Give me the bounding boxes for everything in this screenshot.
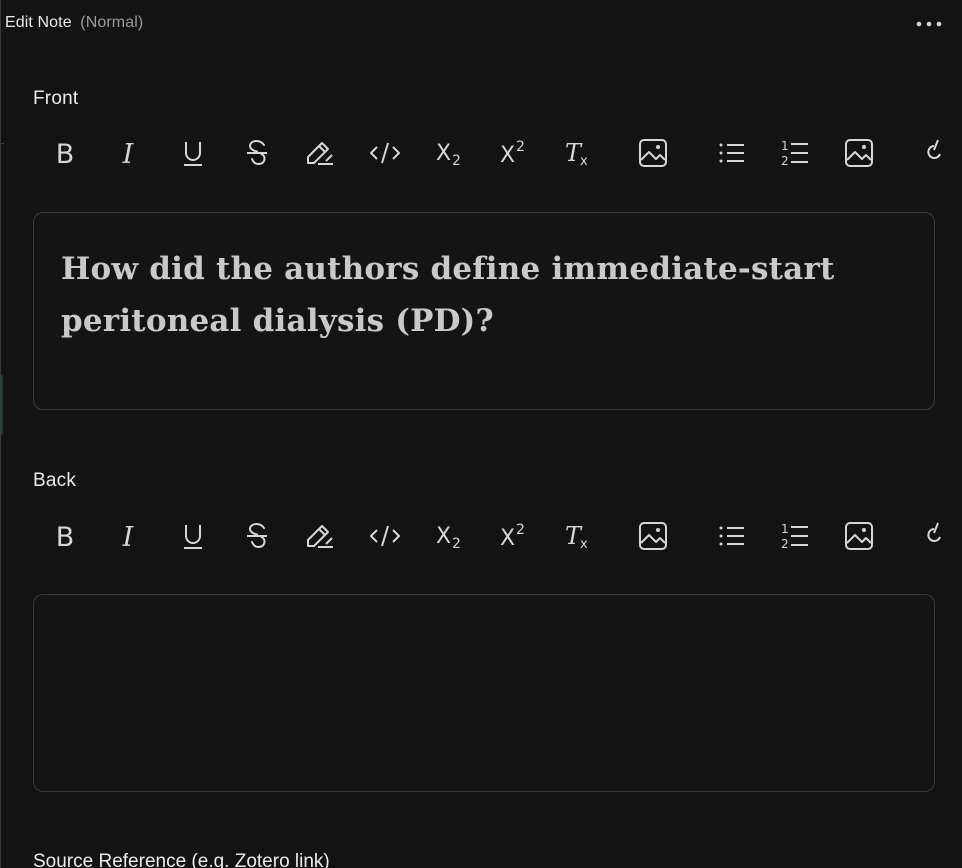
strikethrough-icon	[247, 139, 267, 166]
numbered-list-mark-2: 2	[781, 537, 789, 550]
insert-media-button[interactable]	[839, 514, 879, 558]
bold-button[interactable]: B	[45, 514, 85, 558]
clear-format-icon: T x	[565, 139, 588, 168]
superscript-button[interactable]: X 2	[494, 131, 534, 175]
numbered-list-icon: 1 2	[781, 522, 808, 550]
back-editor[interactable]	[33, 594, 935, 792]
bullet-list-icon	[719, 526, 744, 546]
image-icon	[639, 522, 667, 550]
superscript-mark-glyph: 2	[516, 522, 525, 538]
strikethrough-button[interactable]	[237, 131, 277, 175]
highlight-button[interactable]	[300, 514, 340, 558]
highlighter-icon	[307, 525, 333, 548]
bullet-list-icon	[719, 143, 744, 163]
numbered-list-button[interactable]: 1 2	[775, 514, 815, 558]
superscript-icon: X 2	[500, 522, 525, 551]
code-icon	[370, 525, 400, 547]
subscript-mark-glyph: 2	[452, 536, 461, 551]
clear-format-button[interactable]: T x	[559, 131, 599, 175]
subscript-icon: X 2	[436, 524, 461, 551]
panel-title: Edit Note	[5, 14, 72, 31]
front-field-label: Front	[33, 88, 79, 109]
insert-image-button[interactable]	[633, 131, 673, 175]
subscript-button[interactable]: X 2	[430, 131, 470, 175]
superscript-mark-glyph: 2	[516, 139, 525, 155]
link-icon	[927, 522, 941, 542]
italic-glyph: I	[122, 522, 135, 550]
strikethrough-button[interactable]	[237, 514, 277, 558]
italic-icon: I	[122, 522, 135, 550]
superscript-icon: X 2	[500, 139, 525, 168]
bold-glyph: B	[56, 522, 75, 550]
highlight-button[interactable]	[300, 131, 340, 175]
bold-icon: B	[56, 139, 75, 167]
bullet-list-button[interactable]	[712, 131, 752, 175]
note-type-label: (Normal)	[80, 14, 144, 31]
link-button[interactable]	[915, 131, 955, 175]
more-options-button[interactable]	[914, 16, 944, 32]
italic-button[interactable]: I	[108, 131, 148, 175]
numbered-list-mark-2: 2	[781, 154, 789, 167]
italic-icon: I	[122, 139, 135, 167]
clear-format-mark-glyph: x	[580, 154, 588, 168]
superscript-button[interactable]: X 2	[494, 514, 534, 558]
back-field-label: Back	[33, 470, 77, 491]
left-divider-tick	[1, 143, 4, 144]
numbered-list-button[interactable]: 1 2	[775, 131, 815, 175]
image-icon	[845, 522, 873, 550]
front-toolbar: B I X 2 X 2 T x 1 2	[45, 131, 962, 175]
numbered-list-mark-1: 1	[781, 522, 789, 536]
subscript-icon: X 2	[436, 141, 461, 168]
strikethrough-icon	[247, 522, 267, 549]
edit-note-panel: Edit Note (Normal) Front B I X 2 X 2 T x…	[0, 0, 962, 868]
bullet-list-button[interactable]	[712, 514, 752, 558]
bold-icon: B	[56, 522, 75, 550]
front-editor-content[interactable]: How did the authors define immediate-sta…	[61, 243, 894, 347]
code-icon	[370, 142, 400, 164]
numbered-list-icon: 1 2	[781, 139, 808, 167]
superscript-base-glyph: X	[500, 143, 515, 168]
link-button[interactable]	[915, 514, 955, 558]
numbered-list-mark-1: 1	[781, 139, 789, 153]
bold-button[interactable]: B	[45, 131, 85, 175]
bold-glyph: B	[56, 139, 75, 167]
code-button[interactable]	[365, 514, 405, 558]
insert-media-button[interactable]	[839, 131, 879, 175]
code-button[interactable]	[365, 131, 405, 175]
insert-image-button[interactable]	[633, 514, 673, 558]
subscript-mark-glyph: 2	[452, 153, 461, 168]
left-accent-bar	[1, 375, 3, 435]
more-horizontal-icon	[916, 21, 942, 27]
front-editor[interactable]: How did the authors define immediate-sta…	[33, 212, 935, 410]
underline-icon	[184, 525, 202, 549]
underline-icon	[184, 142, 202, 166]
italic-glyph: I	[122, 139, 135, 167]
highlighter-icon	[307, 142, 333, 165]
subscript-button[interactable]: X 2	[430, 514, 470, 558]
clear-format-button[interactable]: T x	[559, 514, 599, 558]
back-toolbar: B I X 2 X 2 T x 1 2	[45, 514, 962, 558]
italic-button[interactable]: I	[108, 514, 148, 558]
superscript-base-glyph: X	[500, 526, 515, 551]
underline-button[interactable]	[173, 131, 213, 175]
subscript-base-glyph: X	[436, 524, 451, 549]
image-icon	[639, 139, 667, 167]
panel-header: Edit Note (Normal)	[5, 14, 143, 32]
clear-format-mark-glyph: x	[580, 537, 588, 551]
subscript-base-glyph: X	[436, 141, 451, 166]
image-icon	[845, 139, 873, 167]
underline-button[interactable]	[173, 514, 213, 558]
source-reference-label: Source Reference (e.g. Zotero link)	[33, 851, 330, 868]
link-icon	[927, 139, 941, 159]
clear-format-icon: T x	[565, 522, 588, 551]
